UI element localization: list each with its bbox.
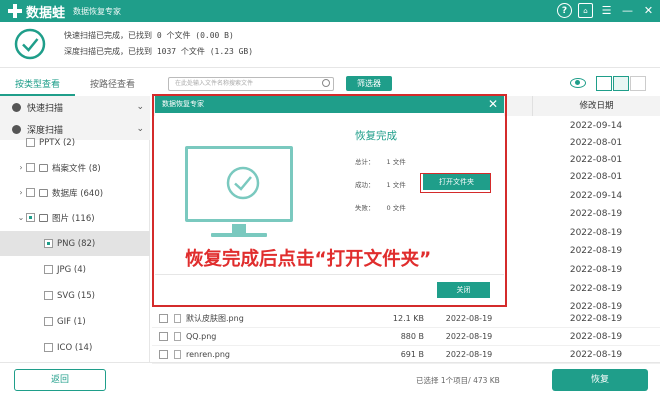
checkbox[interactable]	[159, 332, 168, 341]
tree-item-label: 数据库 (640)	[52, 188, 104, 199]
tree-item-pptx[interactable]: PPTX (2)	[0, 130, 150, 155]
modified-date-cell: 2022-09-14	[569, 191, 623, 201]
tree-item-label: PPTX (2)	[39, 137, 76, 148]
tree-item-png[interactable]: PNG (82)	[0, 231, 150, 256]
file-created-date: 2022-08-19	[445, 332, 493, 341]
tree-item-label: JPG (4)	[57, 264, 86, 275]
tree-item-label: SVG (15)	[57, 290, 95, 301]
modified-date-cell: 2022-08-01	[569, 138, 623, 148]
file-name: QQ.png	[186, 332, 217, 341]
tab-by-path[interactable]: 按路径查看	[75, 74, 150, 96]
tree-item-images[interactable]: ⌄ 图片 (116)	[0, 205, 150, 230]
file-size: 691 B	[400, 350, 424, 359]
tree-item-label: 图片 (116)	[52, 213, 95, 224]
file-modified-date: 2022-08-19	[569, 349, 623, 360]
collapse-arrow-icon[interactable]: ⌄	[16, 213, 26, 222]
detail-view-icon[interactable]	[630, 76, 646, 91]
file-size: 880 B	[400, 332, 424, 341]
tree-item-archives[interactable]: › 档案文件 (8)	[0, 155, 150, 180]
file-icon	[174, 332, 181, 341]
table-row[interactable]: QQ.png 880 B 2022-08-19 2022-08-19	[152, 328, 660, 346]
footer-bar: 返回 已选择 1个项目/ 473 KB 恢复	[0, 362, 660, 401]
checkbox[interactable]	[44, 317, 53, 326]
tree-item-label: ICO (14)	[57, 342, 93, 353]
checkbox[interactable]	[44, 291, 53, 300]
image-icon	[39, 213, 48, 222]
checkbox[interactable]	[44, 265, 53, 274]
close-icon[interactable]: ✕	[641, 3, 656, 18]
file-created-date: 2022-08-19	[445, 350, 493, 359]
logo-plus-icon	[8, 4, 22, 18]
list-view-icon[interactable]	[613, 76, 629, 91]
modified-date-cell: 2022-08-19	[569, 246, 623, 256]
window-controls: ? ⌂ ☰ — ✕	[557, 3, 656, 18]
view-tabs: 按类型查看 按路径查看	[0, 74, 150, 96]
file-modified-date: 2022-08-19	[569, 331, 623, 342]
search-icon[interactable]	[322, 79, 330, 87]
filter-button[interactable]: 筛选器	[346, 76, 392, 91]
chevron-down-icon[interactable]: ⌄	[136, 102, 144, 112]
checkbox-partial[interactable]	[26, 213, 35, 222]
help-icon[interactable]: ?	[557, 3, 572, 18]
tab-by-type[interactable]: 按类型查看	[0, 74, 75, 96]
modified-date-header[interactable]: 修改日期	[532, 96, 660, 116]
grid-view-icon[interactable]	[596, 76, 612, 91]
search-input[interactable]: 在此处输入文件名称搜索文件	[168, 77, 334, 91]
tree-item-label: PNG (82)	[57, 238, 96, 249]
quick-scan-label: 快速扫描	[27, 103, 64, 114]
minimize-icon[interactable]: —	[620, 3, 635, 18]
expand-arrow-icon[interactable]: ›	[16, 188, 26, 197]
tree-item-jpg[interactable]: JPG (4)	[0, 257, 150, 282]
file-icon	[174, 314, 181, 323]
checkbox-partial[interactable]	[44, 239, 53, 248]
modified-date-cell: 2022-08-01	[569, 172, 623, 182]
home-icon[interactable]: ⌂	[578, 3, 593, 18]
app-title: 数据恢复专家	[73, 6, 122, 16]
open-folder-highlight-box	[420, 173, 491, 193]
database-icon	[39, 188, 48, 197]
tree-item-gif[interactable]: GIF (1)	[0, 309, 150, 334]
modified-date-cell: 2022-08-19	[569, 209, 623, 219]
file-created-date: 2022-08-19	[445, 314, 493, 323]
quick-scan-result: 快速扫描已完成，已找到 0 个文件 (0.00 B)	[64, 31, 234, 40]
file-type-tree: 快速扫描 ⌄ 深度扫描 ⌄ PPTX (2) › 档案文件 (8) › 数据库 …	[0, 96, 150, 362]
scan-complete-check-icon	[14, 28, 46, 60]
modified-date-cell: 2022-08-19	[569, 265, 623, 275]
file-modified-date: 2022-08-19	[569, 313, 623, 324]
modified-date-cell: 2022-08-19	[569, 228, 623, 238]
archive-icon	[39, 163, 48, 172]
file-name: renren.png	[186, 350, 230, 359]
menu-icon[interactable]: ☰	[599, 3, 614, 18]
modified-date-cell: 2022-08-01	[569, 155, 623, 165]
deep-scan-result: 深度扫描已完成，已找到 1037 个文件 (1.23 GB)	[64, 47, 254, 56]
quick-scan-row[interactable]: 快速扫描 ⌄	[0, 96, 150, 118]
table-row[interactable]: 默认皮肤图.png 12.1 KB 2022-08-19 2022-08-19	[152, 310, 660, 328]
title-bar: 数据蛙 数据恢复专家 ? ⌂ ☰ — ✕	[0, 0, 660, 22]
checkbox[interactable]	[159, 350, 168, 359]
scan-summary: 快速扫描已完成，已找到 0 个文件 (0.00 B) 深度扫描已完成，已找到 1…	[0, 22, 660, 68]
modified-date-cell: 2022-08-19	[569, 284, 623, 294]
recover-button[interactable]: 恢复	[552, 369, 648, 391]
tree-item-label: GIF (1)	[57, 316, 86, 327]
brand-name: 数据蛙	[26, 5, 66, 21]
back-button[interactable]: 返回	[14, 369, 106, 391]
tree-item-label: 档案文件 (8)	[52, 163, 101, 174]
checkbox[interactable]	[26, 163, 35, 172]
file-size: 12.1 KB	[392, 314, 424, 323]
selection-info: 已选择 1个项目/ 473 KB	[416, 376, 500, 385]
tree-item-database[interactable]: › 数据库 (640)	[0, 180, 150, 205]
modified-date-cell: 2022-09-14	[569, 121, 623, 131]
expand-arrow-icon[interactable]: ›	[16, 163, 26, 172]
checkbox[interactable]	[26, 188, 35, 197]
checkbox[interactable]	[44, 343, 53, 352]
checkbox[interactable]	[159, 314, 168, 323]
radio-icon	[12, 102, 21, 112]
tree-item-svg[interactable]: SVG (15)	[0, 283, 150, 308]
file-icon	[174, 350, 181, 359]
file-name: 默认皮肤图.png	[186, 314, 244, 323]
checkbox[interactable]	[26, 138, 35, 147]
eye-icon[interactable]	[570, 78, 586, 88]
annotation-highlight-box	[152, 94, 507, 307]
tree-item-ico[interactable]: ICO (14)	[0, 335, 150, 360]
